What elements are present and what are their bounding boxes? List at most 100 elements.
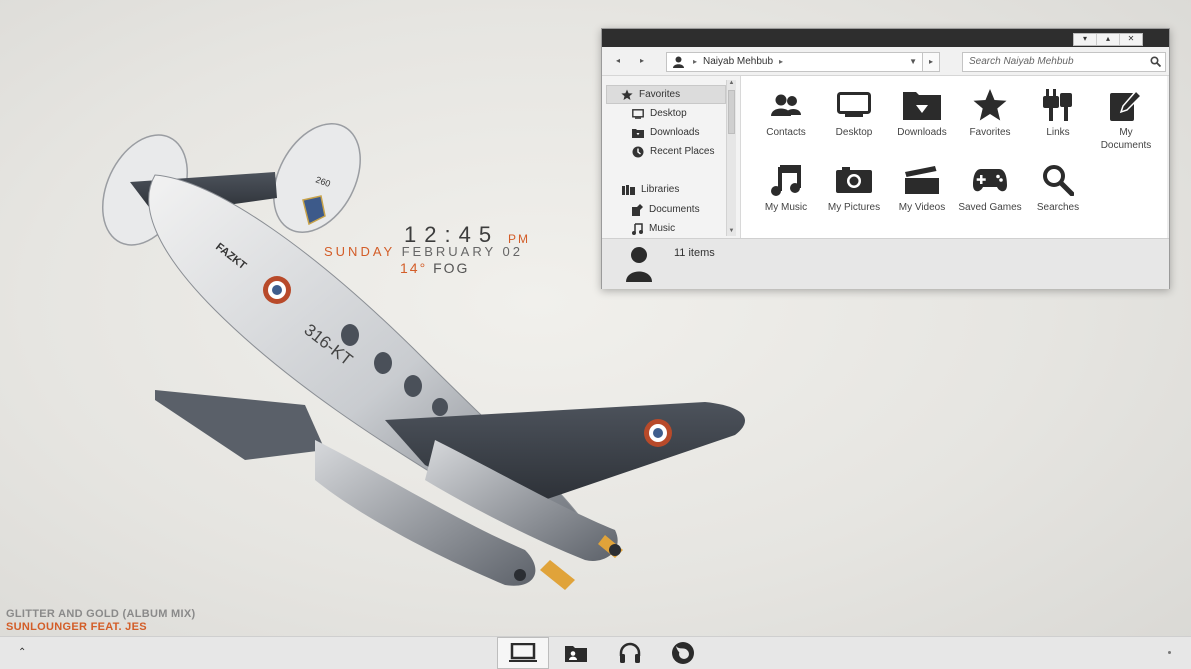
libraries-icon <box>622 184 635 195</box>
desktop-icon <box>632 108 644 119</box>
taskbar-firefox-button[interactable] <box>657 637 709 669</box>
sidebar-item-label: Documents <box>649 204 700 215</box>
item-label: Saved Games <box>958 202 1022 213</box>
taskbar-music-player-button[interactable] <box>604 637 656 669</box>
item-count: 11 items <box>674 247 715 259</box>
weather-temperature: 14° <box>400 260 428 276</box>
breadcrumb-separator-icon: ▸ <box>693 57 698 66</box>
sidebar-libraries[interactable]: Libraries <box>622 181 679 198</box>
downloads-folder-icon <box>632 128 644 138</box>
navigation-pane: Favorites Desktop Downloads Recent Place… <box>602 76 741 238</box>
now-playing-artist: SUNLOUNGER FEAT. JES <box>6 621 147 633</box>
item-label: Links <box>1046 127 1070 138</box>
item-contacts[interactable]: Contacts <box>753 88 819 139</box>
weather-line: 14° FOG <box>400 260 469 276</box>
item-label: Favorites <box>969 127 1011 138</box>
item-saved-games[interactable]: Saved Games <box>957 163 1023 214</box>
taskbar-user-folder-button[interactable] <box>550 637 602 669</box>
star-icon <box>621 89 633 100</box>
address-bar[interactable]: ▸ Naiyab Mehbub ▸ ▼ ▸ <box>666 52 940 72</box>
sidebar-item-label: Downloads <box>650 127 700 138</box>
item-label: My Pictures <box>827 202 881 213</box>
documents-icon <box>632 203 643 216</box>
navigation-toolbar: ◂ ▸ ▸ Naiyab Mehbub ▸ ▼ ▸ Search Naiyab … <box>602 47 1169 76</box>
desktop-icon <box>837 92 871 117</box>
sidebar-item-desktop[interactable]: Desktop <box>632 105 687 122</box>
folder-content: Contacts Desktop Downloads Favorites Lin… <box>741 76 1167 238</box>
sidebar-item-recent-places[interactable]: Recent Places <box>632 143 714 160</box>
search-placeholder: Search Naiyab Mehbub <box>969 56 1074 67</box>
explorer-window: ▾ ▴ ✕ ◂ ▸ ▸ Naiyab Mehbub ▸ ▼ ▸ Search N… <box>601 28 1170 289</box>
item-label: My Videos <box>898 202 946 213</box>
window-titlebar[interactable]: ▾ ▴ ✕ <box>602 29 1169 47</box>
address-dropdown-icon[interactable]: ▼ <box>909 57 917 66</box>
scrollbar-thumb[interactable] <box>728 90 735 134</box>
item-label: Desktop <box>835 127 873 138</box>
item-label: Downloads <box>897 127 947 138</box>
item-downloads[interactable]: Downloads <box>889 88 955 139</box>
gamepad-icon <box>973 169 1007 192</box>
user-icon <box>673 56 684 68</box>
item-searches[interactable]: Searches <box>1025 163 1091 214</box>
item-my-videos[interactable]: My Videos <box>889 163 955 214</box>
scroll-up-icon[interactable]: ▲ <box>727 80 736 88</box>
clock-date: FEBRUARY 02 <box>401 244 524 259</box>
item-my-documents[interactable]: My Documents <box>1093 88 1159 152</box>
tray-dot-icon[interactable] <box>1168 651 1171 654</box>
go-forward-button[interactable]: ▸ <box>922 52 940 72</box>
links-icon <box>1043 89 1072 121</box>
computer-icon <box>509 643 537 662</box>
sidebar-item-downloads[interactable]: Downloads <box>632 124 699 141</box>
recent-places-icon <box>632 146 644 157</box>
item-desktop[interactable]: Desktop <box>821 88 887 139</box>
item-my-music[interactable]: My Music <box>753 163 819 214</box>
camera-icon <box>836 167 872 193</box>
sidebar-item-label: Desktop <box>650 108 687 119</box>
sidebar-scrollbar[interactable]: ▲ ▼ <box>726 80 736 236</box>
music-note-icon <box>771 165 801 196</box>
caption-buttons: ▾ ▴ ✕ <box>1073 33 1143 46</box>
taskbar-computer-button[interactable] <box>497 637 549 669</box>
search-box[interactable]: Search Naiyab Mehbub <box>962 52 1166 72</box>
taskbar: ⌃ <box>0 636 1191 669</box>
details-pane: 11 items <box>602 238 1169 289</box>
weather-condition: FOG <box>433 260 470 276</box>
item-label: My Documents <box>1100 127 1152 151</box>
search-icon[interactable] <box>1150 56 1161 67</box>
chevron-up-icon[interactable]: ⌃ <box>18 647 26 658</box>
contacts-icon <box>771 94 801 116</box>
item-links[interactable]: Links <box>1025 88 1091 139</box>
sidebar-item-label: Libraries <box>641 184 680 195</box>
close-button[interactable]: ✕ <box>1119 34 1142 45</box>
firefox-icon <box>672 642 694 664</box>
maximize-button[interactable]: ▴ <box>1096 34 1119 45</box>
sidebar-item-documents[interactable]: Documents <box>632 201 700 218</box>
downloads-folder-icon <box>903 92 941 120</box>
sidebar-item-label: Music <box>649 223 676 234</box>
user-folder-icon <box>565 646 587 662</box>
star-icon <box>973 89 1007 121</box>
now-playing-widget: GLITTER AND GOLD (ALBUM MIX) SUNLOUNGER … <box>6 608 195 633</box>
sidebar-favorites[interactable]: Favorites <box>606 85 726 104</box>
breadcrumb-arrow-icon[interactable]: ▸ <box>779 57 783 66</box>
item-label: Searches <box>1036 202 1080 213</box>
item-favorites[interactable]: Favorites <box>957 88 1023 139</box>
clock-day: SUNDAY <box>324 244 395 259</box>
headphones-icon <box>619 642 641 663</box>
sidebar-item-music[interactable]: Music <box>632 220 675 237</box>
sidebar-item-label: Recent Places <box>650 146 715 157</box>
search-icon <box>1043 165 1074 196</box>
sidebar-item-label: Favorites <box>639 89 681 100</box>
music-note-icon <box>632 222 643 235</box>
clapperboard-icon <box>905 166 939 194</box>
item-label: My Music <box>764 202 808 213</box>
documents-icon <box>1110 89 1142 121</box>
item-my-pictures[interactable]: My Pictures <box>821 163 887 214</box>
back-button[interactable]: ◂ <box>616 56 620 65</box>
minimize-button[interactable]: ▾ <box>1074 34 1096 45</box>
forward-button[interactable]: ▸ <box>640 56 644 65</box>
user-avatar-icon <box>626 247 652 282</box>
scroll-down-icon[interactable]: ▼ <box>727 228 736 236</box>
clock-date-line: SUNDAY FEBRUARY 02 <box>324 244 523 259</box>
breadcrumb-path[interactable]: Naiyab Mehbub <box>703 56 773 67</box>
